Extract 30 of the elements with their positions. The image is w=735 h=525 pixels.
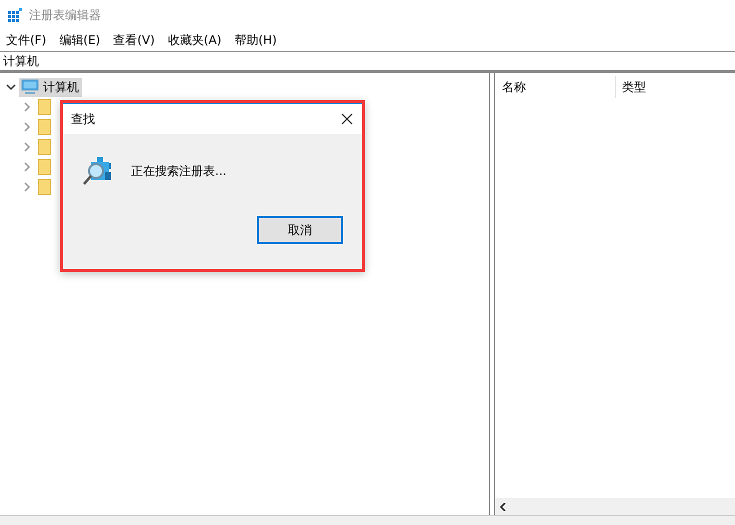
cancel-button[interactable]: 取消 <box>257 216 343 244</box>
registry-icon <box>7 7 23 23</box>
address-field[interactable]: 计算机 <box>0 51 735 73</box>
folder-icon <box>38 159 51 175</box>
column-header[interactable]: 名称 <box>495 76 615 98</box>
scroll-left-icon[interactable] <box>499 502 507 510</box>
menu-item[interactable]: 查看(V) <box>113 32 155 48</box>
close-icon[interactable] <box>341 113 353 125</box>
folder-icon <box>38 99 51 115</box>
status-message: 正在搜索注册表... <box>131 162 226 180</box>
folder-icon <box>38 179 51 195</box>
dialog-title: 查找 <box>71 110 95 128</box>
chevron-right-icon[interactable] <box>22 102 32 112</box>
folder-icon <box>38 139 51 155</box>
folder-icon <box>38 119 51 135</box>
chevron-right-icon[interactable] <box>22 122 32 132</box>
chevron-right-icon[interactable] <box>22 162 32 172</box>
chevron-down-icon[interactable] <box>6 82 16 92</box>
window-title: 注册表编辑器 <box>29 6 101 24</box>
tree-label: 计算机 <box>43 78 79 96</box>
chevron-right-icon[interactable] <box>22 142 32 152</box>
menu-item[interactable]: 收藏夹(A) <box>168 32 222 48</box>
menu-item[interactable]: 帮助(H) <box>234 32 277 48</box>
column-header[interactable]: 类型 <box>615 76 735 98</box>
chevron-right-icon[interactable] <box>22 182 32 192</box>
tree-item[interactable]: 计算机 <box>19 78 82 96</box>
monitor-icon <box>21 79 39 95</box>
scrollbar[interactable] <box>495 498 735 515</box>
menu-item[interactable]: 编辑(E) <box>59 32 100 48</box>
menu-item[interactable]: 文件(F) <box>6 32 46 48</box>
